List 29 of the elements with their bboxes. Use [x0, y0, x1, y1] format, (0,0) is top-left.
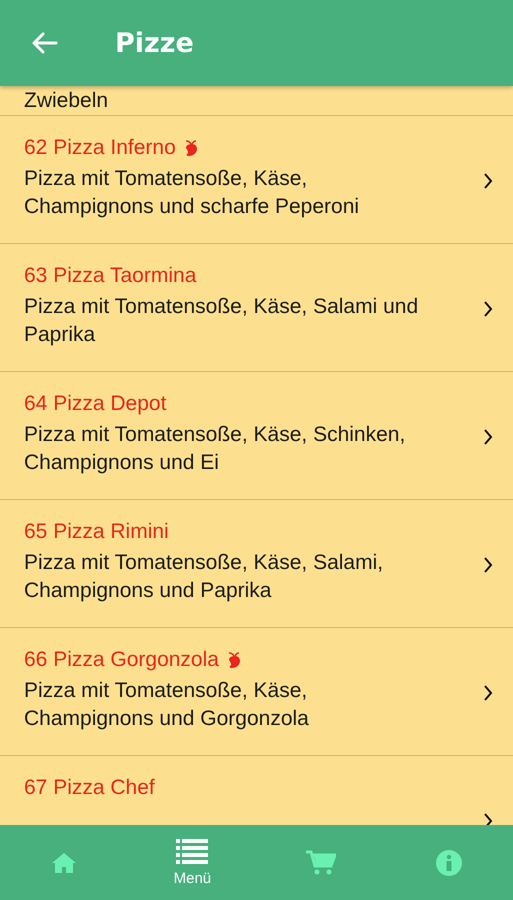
- item-title: 66 Pizza Gorgonzola: [24, 648, 219, 672]
- item-description: Pizza mit Tomatensoße, Käse, Schinken, Champignons und Ei: [24, 422, 406, 476]
- item-title: 67 Pizza Chef: [24, 776, 155, 800]
- item-description: Pizza mit Tomatensoße, Käse, Salami, Champignons und Paprika: [24, 550, 384, 604]
- chevron-right-icon: [483, 684, 493, 702]
- list-icon: [176, 838, 208, 864]
- chevron-right-icon: [483, 556, 493, 574]
- item-description: Pizza mit Tomatensoße, Käse, Salami und Paprika: [24, 294, 420, 348]
- menu-item[interactable]: 64 Pizza Depot Pizza mit Tomatensoße, Käse, Schinken, Champignons und Ei: [0, 372, 513, 500]
- chevron-right-icon: [483, 172, 493, 190]
- chevron-right-icon: [483, 428, 493, 446]
- chevron-right-icon: [483, 812, 493, 825]
- cart-icon: [306, 850, 336, 876]
- menu-item[interactable]: 62 Pizza Inferno Pizza mit Tomatensoße, Käse, Champignons und scharfe Peperoni: [0, 116, 513, 244]
- info-icon: [436, 850, 462, 876]
- chevron-right-icon: [483, 300, 493, 318]
- menu-item[interactable]: 66 Pizza Gorgonzola Pizza mit Tomatensoße, Käse, Champignons und Gorgonzola: [0, 628, 513, 756]
- item-description: Pizza mit Tomatensoße, Käse, Champignons und Gorgonzola: [24, 678, 310, 732]
- menu-item[interactable]: 63 Pizza Taormina Pizza mit Tomatensoße, Käse, Salami und Paprika: [0, 244, 513, 372]
- item-description: Pizza mit Tomatensoße, Käse, Champignons und scharfe Peperoni: [24, 166, 360, 220]
- back-arrow-icon[interactable]: [30, 31, 58, 55]
- item-title: 64 Pizza Depot: [24, 392, 166, 416]
- item-title: 65 Pizza Rimini: [24, 520, 169, 544]
- item-title: 62 Pizza Inferno: [24, 136, 176, 160]
- item-title: 63 Pizza Taormina: [24, 264, 196, 288]
- item-description: Zwiebeln: [24, 88, 108, 114]
- screen-title: Pizze: [115, 28, 194, 58]
- menu-item[interactable]: 65 Pizza Rimini Pizza mit Tomatensoße, Käse, Salami, Champignons und Paprika: [0, 500, 513, 628]
- home-icon: [51, 852, 78, 874]
